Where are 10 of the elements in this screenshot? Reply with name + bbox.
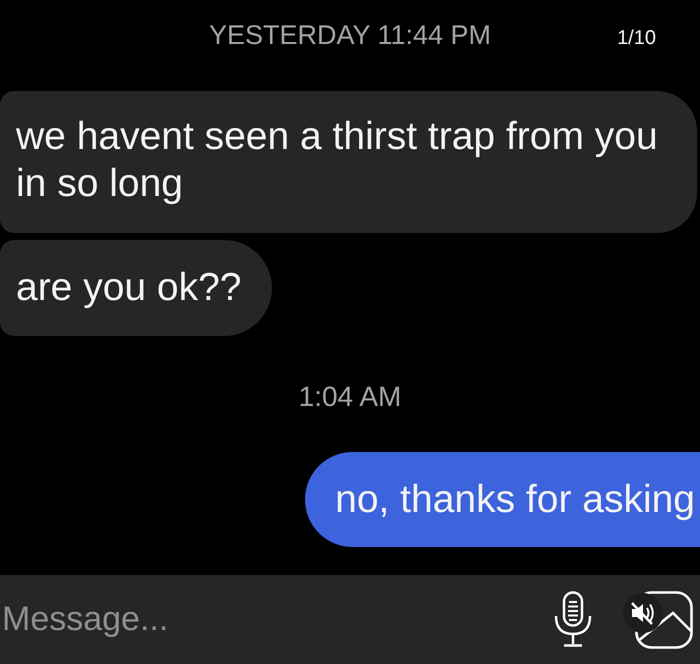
- image-counter: 1/10: [617, 26, 656, 50]
- date-timestamp: YESTERDAY 11:44 PM: [208, 19, 492, 51]
- received-message-bubble: are you ok??: [0, 240, 272, 336]
- microphone-icon[interactable]: [553, 591, 593, 648]
- muted-speaker-icon[interactable]: [623, 592, 663, 632]
- message-input[interactable]: Message...: [0, 594, 533, 644]
- sent-message-bubble: no, thanks for asking: [305, 452, 700, 547]
- message-timestamp: 1:04 AM: [298, 380, 402, 414]
- message-composer[interactable]: Message...: [0, 575, 700, 664]
- received-message-bubble: we havent seen a thirst trap from you in so long: [0, 91, 697, 233]
